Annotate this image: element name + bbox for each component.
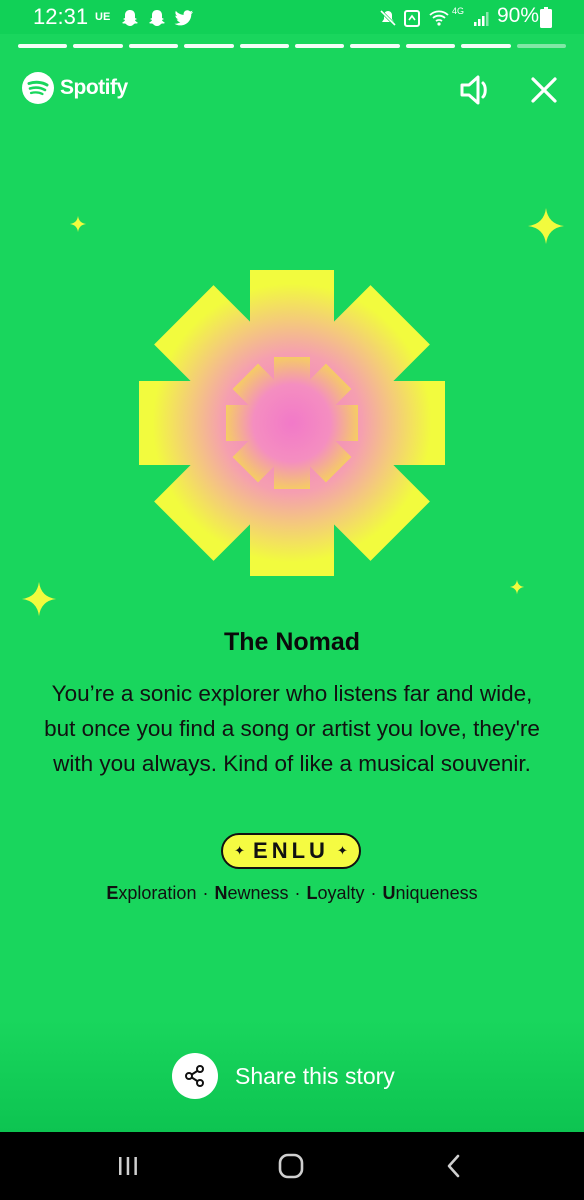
story-progress-segment [128,44,179,48]
mute-icon [379,9,397,27]
snapchat-icon [149,10,165,26]
share-icon [185,1065,204,1087]
trait-rest: niqueness [395,883,478,903]
sparkle-icon: ✦ [234,843,246,858]
nomad-artwork [139,270,445,576]
share-story-button[interactable]: Share this story [172,1053,395,1099]
signal-icon [474,12,489,26]
story-progress-segment [239,44,290,48]
recent-apps-icon[interactable] [114,1152,142,1180]
story-progress-segment [18,44,68,48]
story-progress-segment [350,44,400,48]
trait-item: Loyalty [306,883,364,903]
trait-separator: · [202,883,209,903]
recycle-icon [404,10,420,27]
trait-initial: N [214,883,228,903]
share-button-circle[interactable] [172,1053,218,1099]
sparkle-icon [528,208,564,244]
battery-icon [540,7,552,28]
battery-percent: 90% [497,4,540,27]
trait-rest: xploration [118,883,197,903]
trait-initial: L [306,883,318,903]
sparkle-icon [69,215,87,233]
story-progress-segment [516,44,567,48]
story-progress-segment [184,44,234,48]
trait-item: Newness [214,883,288,903]
story-progress-bar [18,44,567,48]
trait-initial: U [382,883,396,903]
navigation-bar [0,1132,584,1200]
trait-rest: oyalty [317,883,365,903]
logo-text: Spotify [60,76,128,99]
status-bar: 12:31 UE 4G 90% [0,0,584,34]
sparkle-icon [509,579,525,595]
trait-separator: · [370,883,377,903]
story-progress-segment [73,44,123,48]
persona-title: The Nomad [223,628,361,656]
snapchat-icon [122,10,138,26]
home-icon[interactable] [277,1152,305,1180]
sparkle-icon: ✦ [336,843,348,858]
back-icon[interactable] [440,1152,468,1180]
persona-code: ENLU [253,838,329,863]
clock: 12:31 [33,4,89,29]
story-progress-segment [405,44,456,48]
network-type: 4G [452,6,465,16]
spotify-logo: Spotify [22,72,128,104]
close-icon[interactable] [528,74,560,106]
trait-item: Uniqueness [383,883,478,903]
share-label[interactable]: Share this story [235,1063,395,1090]
trait-initial: E [106,883,119,903]
carrier-label: UE [95,11,111,23]
story-progress-segment [461,44,511,48]
persona-code-badge: ✦ ENLU ✦ [221,833,361,869]
twitter-icon [174,10,193,26]
trait-item: Exploration [106,883,196,903]
trait-separator: · [294,883,301,903]
story-progress-segment [295,44,345,48]
persona-traits: Exploration · Newness · Loyalty · Uniqueness [0,883,584,904]
spotify-logo-icon [22,72,54,104]
wifi-icon [429,10,449,26]
speaker-icon[interactable] [458,72,494,108]
sparkle-icon [21,581,57,617]
persona-description: You’re a sonic explorer who listens far … [44,681,540,776]
trait-rest: ewness [227,883,289,903]
